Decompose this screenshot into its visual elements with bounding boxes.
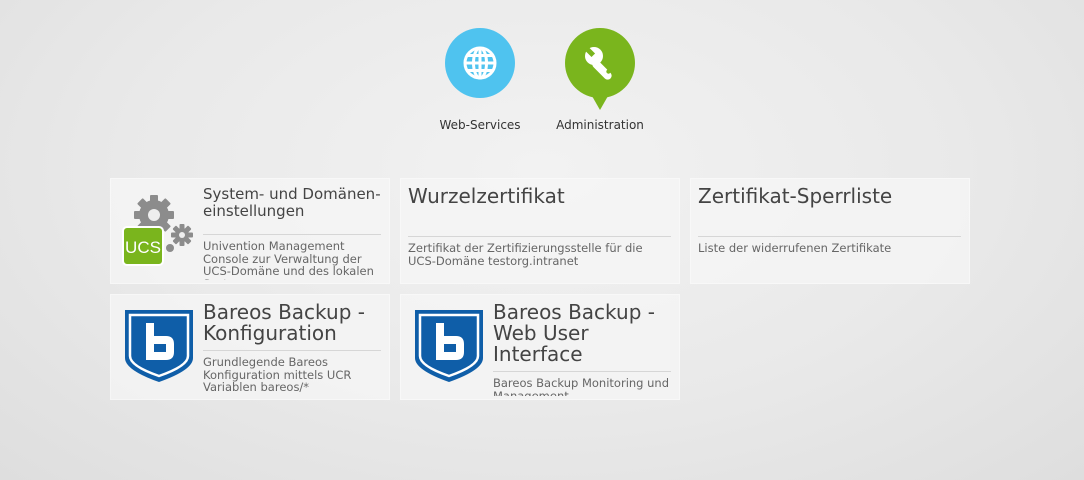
tile-description: Univention Management Console zur Verwal… xyxy=(203,239,374,280)
ucs-gears-icon: UCS xyxy=(120,192,198,270)
svg-text:UCS: UCS xyxy=(125,238,161,257)
tile-certificate-revocation-list[interactable]: Zertifikat-Sperrliste Liste der widerruf… xyxy=(690,178,970,284)
tile-text: Bareos Backup - Konfiguration Grundlegen… xyxy=(203,302,381,396)
tile-title: Zertifikat-Sperrliste xyxy=(698,186,961,237)
tile-description: Grundlegende Bareos Konfiguration mittel… xyxy=(203,355,352,394)
tile-root-certificate[interactable]: Wurzelzertifikat Zertifikat der Zertifiz… xyxy=(400,178,680,284)
bareos-shield-icon xyxy=(413,308,485,386)
tile-bareos-configuration[interactable]: Bareos Backup - Konfiguration Grundlegen… xyxy=(110,294,390,400)
bareos-shield-icon xyxy=(123,308,195,386)
tile-title: Bareos Backup - Web User Interface xyxy=(493,302,671,372)
tile-title: Bareos Backup - Konfiguration xyxy=(203,302,381,351)
administration-bubble[interactable] xyxy=(565,28,635,98)
tile-text: Wurzelzertifikat Zertifikat der Zertifiz… xyxy=(408,186,671,280)
tile-text: Zertifikat-Sperrliste Liste der widerruf… xyxy=(698,186,961,280)
tile-description: Zertifikat der Zertifizierungsstelle für… xyxy=(408,241,643,268)
web-services-bubble[interactable] xyxy=(445,28,515,98)
category-label: Web-Services xyxy=(439,118,521,132)
tile-text: Bareos Backup - Web User Interface Bareo… xyxy=(493,302,671,396)
tile-description: Bareos Backup Monitoring und Management xyxy=(493,376,670,396)
wrench-icon xyxy=(585,47,612,80)
tile-bareos-webui[interactable]: Bareos Backup - Web User Interface Bareo… xyxy=(400,294,680,400)
category-label: Administration xyxy=(556,118,644,132)
tile-title: System- und Domänen-einstellungen xyxy=(203,186,381,235)
tile-title: Wurzelzertifikat xyxy=(408,186,671,237)
tile-description: Liste der widerrufenen Zertifikate xyxy=(698,241,892,255)
tile-text: System- und Domänen-einstellungen Univen… xyxy=(203,186,381,280)
globe-icon xyxy=(463,46,497,80)
tile-system-settings[interactable]: UCS System- und Domänen-einstellungen Un… xyxy=(110,178,390,284)
category-administration[interactable]: Administration xyxy=(540,28,660,132)
category-web-services[interactable]: Web-Services xyxy=(420,28,540,132)
